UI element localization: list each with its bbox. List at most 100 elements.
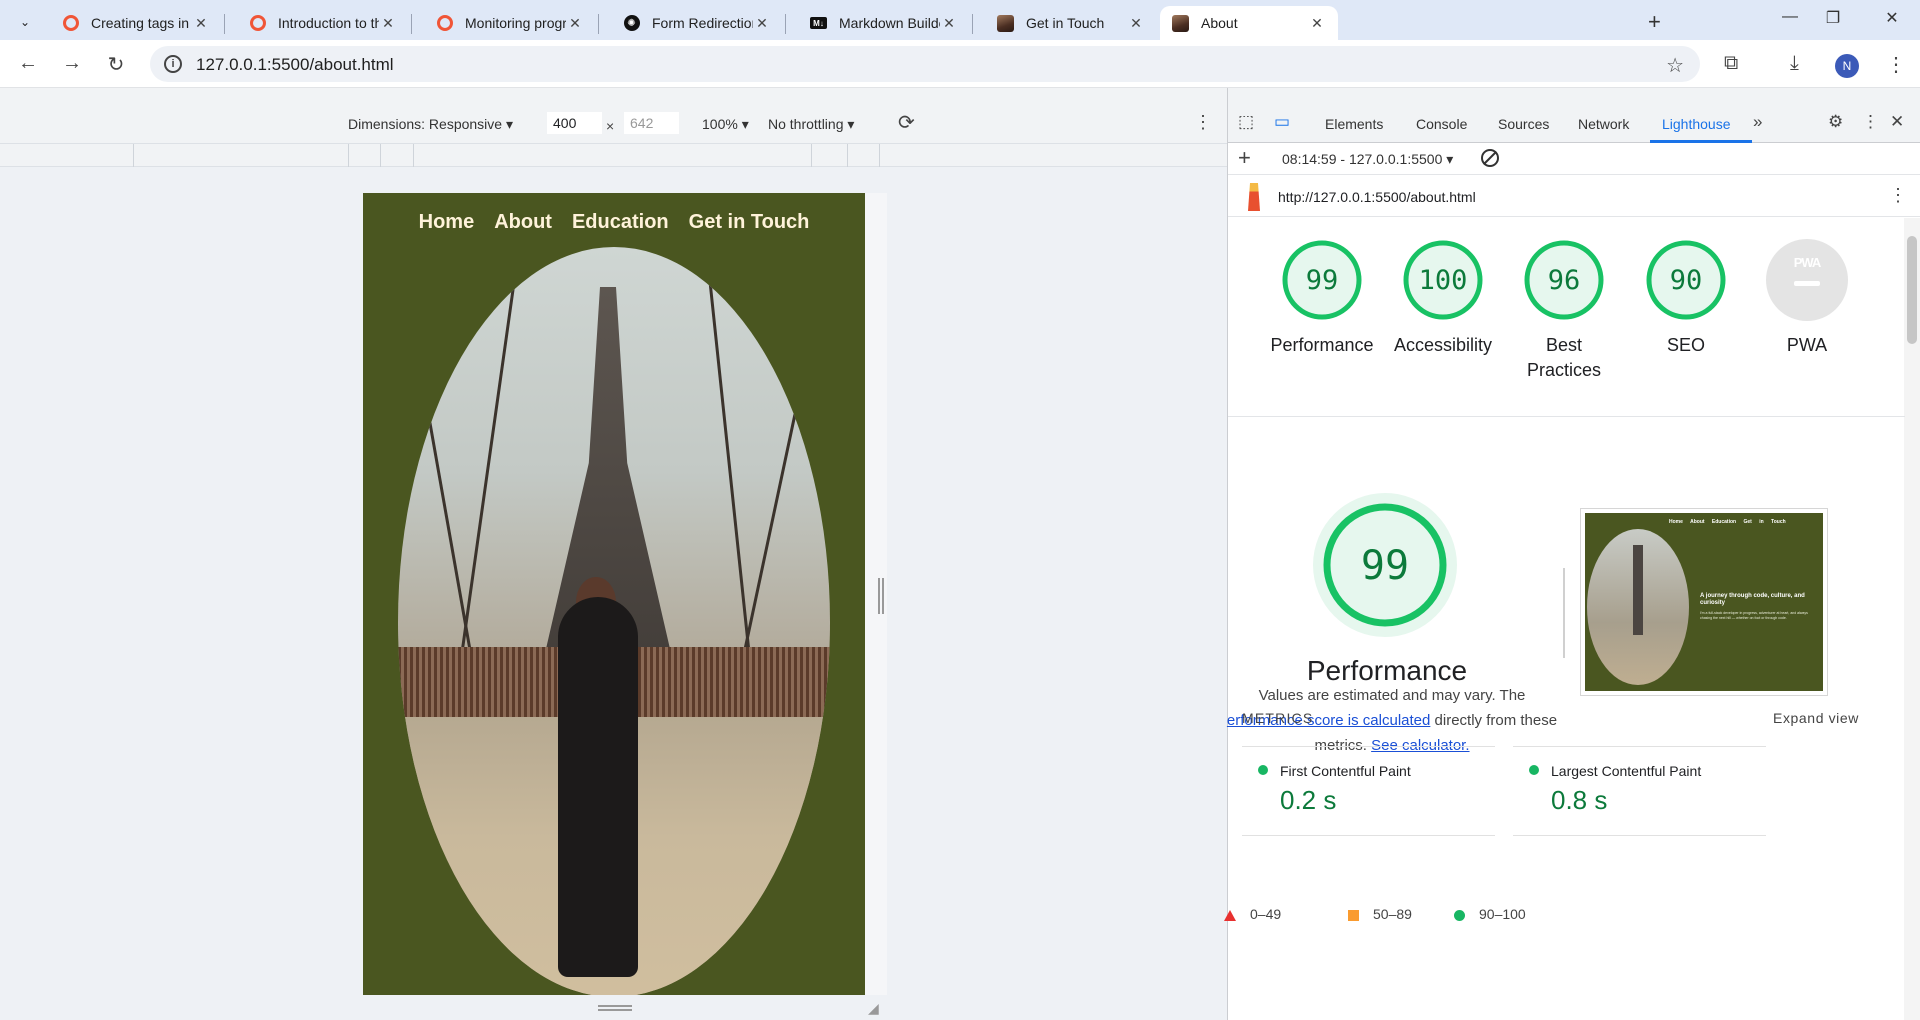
browser-tab[interactable]: Get in Touch ✕ <box>985 6 1157 40</box>
tab-network[interactable]: Network <box>1578 116 1629 132</box>
reload-icon[interactable]: ↻ <box>102 52 130 77</box>
site-nav: Home About Education Get in Touch <box>363 211 865 234</box>
url-text[interactable]: 127.0.0.1:5500/about.html <box>196 55 394 75</box>
devtools-panel: ⬚ ▭ Elements Console Sources Network Lig… <box>1224 88 1920 1020</box>
new-tab-plus-icon[interactable]: + <box>1648 9 1661 35</box>
browser-toolbar: ← → ↻ i 127.0.0.1:5500/about.html ☆ ⧉ ⤓ … <box>0 40 1920 88</box>
browser-tab[interactable]: Creating tags in GitH ✕ <box>50 6 222 40</box>
desc-text: Values are estimated and may vary. The <box>1258 687 1526 704</box>
close-window-icon[interactable]: ✕ <box>1872 8 1912 28</box>
tab-close-icon[interactable]: ✕ <box>1127 15 1145 32</box>
forward-arrow-icon[interactable]: → <box>58 52 86 75</box>
tab-lighthouse[interactable]: Lighthouse <box>1662 116 1731 132</box>
browser-tab[interactable]: M↓ Markdown Builder ✕ <box>798 6 970 40</box>
height-input[interactable]: 642 <box>624 112 679 134</box>
bookmark-star-icon[interactable]: ☆ <box>1666 53 1684 78</box>
extensions-puzzle-icon[interactable]: ⧉ <box>1724 52 1738 75</box>
legend-range: 90–100 <box>1479 906 1526 922</box>
settings-gear-icon[interactable]: ⚙ <box>1828 112 1843 132</box>
browser-tab[interactable]: Introduction to the B ✕ <box>237 6 409 40</box>
tab-title: Form Redirection Suc <box>652 15 753 31</box>
report-time: 08:14:59 - 127.0.0.1:5500 <box>1282 151 1443 167</box>
tab-title: Markdown Builder <box>839 15 940 31</box>
legend-fail: 0–49 <box>1224 906 1281 922</box>
thumbnail-nav: Home About Education Get in Touch <box>1669 519 1786 525</box>
width-input[interactable]: 400 <box>547 112 602 134</box>
avatar[interactable]: N <box>1835 54 1859 78</box>
pass-circle-icon <box>1258 765 1268 775</box>
report-select[interactable]: 08:14:59 - 127.0.0.1:5500 ▾ <box>1282 151 1453 168</box>
inspect-element-icon[interactable]: ⬚ <box>1238 112 1254 132</box>
devtools-menu-icon[interactable]: ⋮ <box>1862 112 1879 132</box>
dimensions-label: Dimensions: Responsive <box>348 116 503 132</box>
score-label: Accessibility <box>1393 335 1493 355</box>
tab-close-icon[interactable]: ✕ <box>192 15 210 32</box>
nav-link-about[interactable]: About <box>494 211 552 234</box>
pwa-badge-icon: PWA <box>1766 239 1848 321</box>
thumbnail-heading: A journey through code, culture, and cur… <box>1700 593 1805 606</box>
gauge-seo[interactable]: 90 SEO <box>1626 239 1746 358</box>
tab-close-icon[interactable]: ✕ <box>1308 15 1326 32</box>
more-tabs-chevron-icon[interactable]: » <box>1753 112 1762 132</box>
zoom-select[interactable]: 100% ▾ <box>702 116 749 133</box>
metric-value: 0.8 s <box>1551 785 1608 815</box>
tab-sources[interactable]: Sources <box>1498 116 1549 132</box>
times-sign: × <box>606 118 615 134</box>
score-value: 90 <box>1669 265 1703 296</box>
final-screenshot-thumbnail[interactable]: Home About Education Get in Touch A jour… <box>1580 508 1828 696</box>
legend-range: 0–49 <box>1250 906 1282 922</box>
minimize-icon[interactable]: — <box>1770 8 1810 26</box>
zoom-label: 100% <box>702 116 738 132</box>
gauge-performance[interactable]: 99 Performance <box>1262 239 1382 358</box>
site-info-icon[interactable]: i <box>164 55 182 73</box>
media-query-ruler <box>0 143 1227 168</box>
tab-close-icon[interactable]: ✕ <box>753 15 771 32</box>
markdown-icon: M↓ <box>810 15 827 32</box>
lighthouse-toolbar: + 08:14:59 - 127.0.0.1:5500 ▾ <box>1228 143 1920 175</box>
restore-icon[interactable]: ❐ <box>1813 8 1853 28</box>
browser-tab[interactable]: ✺ Form Redirection Suc ✕ <box>611 6 783 40</box>
dimensions-select[interactable]: Dimensions: Responsive ▾ <box>348 116 513 133</box>
back-arrow-icon[interactable]: ← <box>14 52 42 75</box>
tab-console[interactable]: Console <box>1416 116 1467 132</box>
tab-close-icon[interactable]: ✕ <box>379 15 397 32</box>
metrics-heading: METRICS <box>1242 710 1314 726</box>
address-bar[interactable]: i 127.0.0.1:5500/about.html ☆ <box>150 46 1700 82</box>
expand-view-button[interactable]: Expand view <box>1773 710 1859 726</box>
throttling-label: No throttling <box>768 116 844 132</box>
metric-name: First Contentful Paint <box>1280 763 1411 779</box>
gauge-accessibility[interactable]: 100 Accessibility <box>1383 239 1503 358</box>
tab-search-chevron-icon[interactable]: ⌄ <box>12 9 38 35</box>
device-toolbar: Dimensions: Responsive ▾ 400 × 642 100% … <box>0 88 1227 143</box>
tab-close-icon[interactable]: ✕ <box>940 15 958 32</box>
rotate-icon[interactable]: ⟳ <box>898 110 915 135</box>
resize-handle-corner[interactable]: ◢ <box>868 1000 879 1017</box>
person-figure <box>558 597 638 977</box>
gauge-pwa[interactable]: PWA PWA <box>1747 239 1867 358</box>
tab-title: Creating tags in GitH <box>91 15 192 31</box>
report-menu-icon[interactable]: ⋮ <box>1889 185 1907 206</box>
browser-tab[interactable]: Monitoring progress ✕ <box>424 6 596 40</box>
device-menu-icon[interactable]: ⋮ <box>1194 112 1212 133</box>
browser-menu-icon[interactable]: ⋮ <box>1886 52 1906 77</box>
resize-handle-right[interactable] <box>878 578 884 614</box>
resize-handle-bottom[interactable] <box>598 1005 632 1011</box>
nav-link-home[interactable]: Home <box>419 211 475 234</box>
nav-link-get-in-touch[interactable]: Get in Touch <box>689 211 810 234</box>
download-icon[interactable]: ⤓ <box>1790 52 1799 75</box>
new-report-plus-icon[interactable]: + <box>1238 145 1251 171</box>
throttling-select[interactable]: No throttling ▾ <box>768 116 854 133</box>
device-toggle-icon[interactable]: ▭ <box>1274 112 1290 132</box>
tab-close-icon[interactable]: ✕ <box>566 15 584 32</box>
clear-reports-icon[interactable] <box>1481 149 1499 167</box>
browser-tab-active[interactable]: About ✕ <box>1160 6 1338 40</box>
devtools-close-icon[interactable]: ✕ <box>1890 112 1904 132</box>
report-url[interactable]: http://127.0.0.1:5500/about.html <box>1278 189 1476 205</box>
profile-photo <box>398 247 830 995</box>
nav-link-education[interactable]: Education <box>572 211 669 234</box>
score-label-line: Best <box>1545 335 1583 355</box>
tab-elements[interactable]: Elements <box>1325 116 1383 132</box>
gauge-best-practices[interactable]: 96 Best Practices <box>1504 239 1624 383</box>
legend-range: 50–89 <box>1373 906 1412 922</box>
devtools-scrollbar[interactable] <box>1904 218 1920 1020</box>
